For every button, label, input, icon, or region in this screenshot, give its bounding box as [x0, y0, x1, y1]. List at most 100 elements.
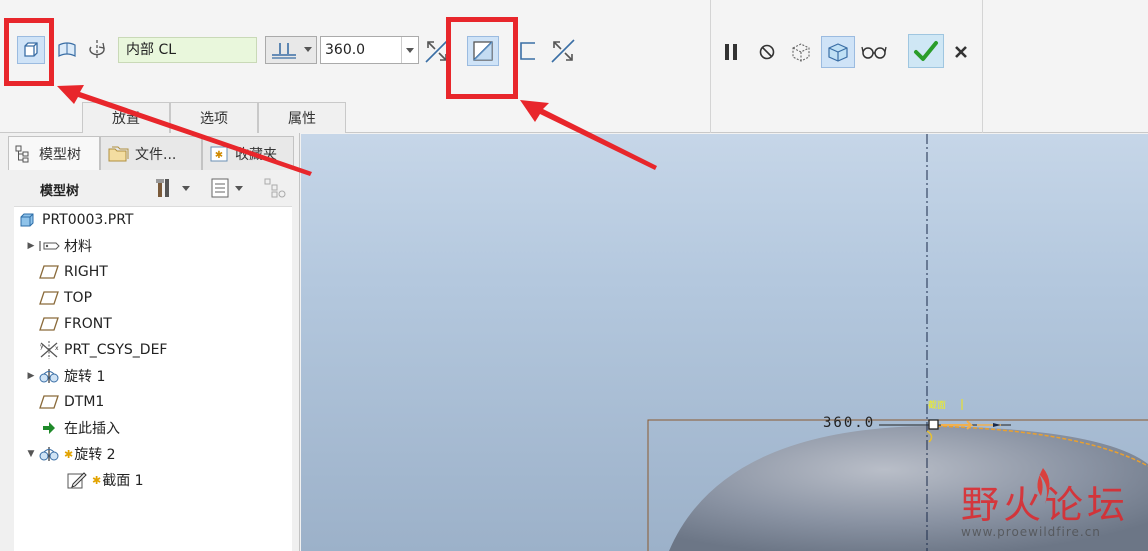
pause-button[interactable] — [718, 38, 744, 66]
tab-placement[interactable]: 放置 — [82, 102, 170, 133]
model-tree-title: 模型树 — [40, 184, 80, 199]
tree-item-material[interactable]: ▶ 材料 — [24, 233, 92, 259]
svg-text:✱: ✱ — [215, 150, 223, 161]
geometry-preview-icon — [792, 43, 810, 62]
datum-plane-icon — [38, 392, 60, 412]
tab-model-tree[interactable]: 模型树 — [8, 136, 100, 170]
angle-dropdown[interactable] — [401, 37, 418, 63]
angle-option-button[interactable] — [265, 36, 317, 64]
tree-item-top[interactable]: TOP — [38, 285, 92, 311]
tree-item-right[interactable]: RIGHT — [38, 259, 108, 285]
cancel-button[interactable] — [950, 38, 972, 66]
glasses-preview-button[interactable] — [859, 38, 889, 66]
verify-mode-button[interactable] — [821, 36, 855, 68]
model-tree-icon — [15, 145, 29, 162]
tools-icon — [156, 179, 169, 197]
sketch-icon — [66, 470, 88, 490]
tree-item-label: PRT_CSYS_DEF — [64, 342, 168, 358]
angle-value: 360.0 — [325, 42, 366, 58]
angle-input[interactable]: 360.0 — [320, 36, 419, 64]
tree-item-label: TOP — [64, 290, 93, 306]
flip-thickness-button[interactable] — [548, 36, 578, 66]
angle-dimension-label[interactable]: 360.0 — [823, 415, 875, 431]
revolve-icon — [38, 366, 60, 386]
tree-columns-button[interactable] — [204, 176, 248, 200]
tree-item-label: 截面 1 — [102, 473, 144, 489]
watermark-title: 野火论坛 — [961, 483, 1130, 527]
highlight-box-solid — [4, 18, 54, 86]
chevron-down-icon — [304, 47, 312, 52]
tree-item-label: 旋转 1 — [64, 369, 106, 385]
tree-item-label: PRT0003.PRT — [42, 212, 134, 228]
highlight-box-remove-material — [446, 17, 518, 99]
section-label: 截面 — [928, 401, 947, 411]
tab-favorites-label: 收藏夹 — [235, 146, 277, 163]
geometry-preview-button[interactable] — [787, 38, 815, 66]
thicken-icon — [520, 42, 535, 60]
navigator-tabs: 模型树 文件... ✱ 收藏夹 — [8, 136, 294, 170]
favorites-icon: ✱ — [210, 146, 228, 161]
axis-reference-field[interactable]: 内部 CL — [118, 37, 257, 63]
revolve-dashboard: 内部 CL 360.0 放置 选项 属性 — [0, 0, 1148, 133]
folder-icon — [108, 146, 129, 161]
tree-filter-icon — [264, 178, 286, 198]
surface-icon — [58, 42, 76, 57]
flip-thickness-icon — [551, 39, 575, 63]
csys-icon: xy — [38, 340, 60, 360]
tab-options[interactable]: 选项 — [170, 102, 258, 133]
tab-files-label: 文件... — [135, 146, 177, 163]
datum-plane-icon — [38, 262, 60, 282]
tree-item-dtm1[interactable]: DTM1 — [38, 389, 104, 415]
thicken-button[interactable] — [515, 36, 541, 66]
new-feature-star-icon: ✱ — [92, 473, 102, 487]
surface-revolve-button[interactable] — [53, 36, 81, 64]
dashboard-tabs: 放置 选项 属性 — [82, 102, 346, 133]
list-settings-icon — [211, 178, 229, 198]
tab-properties[interactable]: 属性 — [258, 102, 346, 133]
tree-item-part[interactable]: PRT0003.PRT — [16, 207, 134, 233]
revolve-axis-icon — [89, 40, 105, 60]
checkmark-icon — [914, 41, 938, 61]
pause-icon — [725, 44, 737, 60]
tree-item-label: 材料 — [64, 239, 92, 255]
watermark: 野火论坛 www.proewildfire.cn — [961, 468, 1130, 539]
confirm-button[interactable] — [908, 34, 944, 68]
tree-item-csys[interactable]: xy PRT_CSYS_DEF — [38, 337, 167, 363]
part-icon — [16, 210, 38, 230]
close-icon — [955, 46, 967, 58]
tab-model-tree-label: 模型树 — [39, 146, 81, 163]
tree-item-label: RIGHT — [64, 264, 108, 280]
glasses-icon — [861, 46, 887, 59]
drag-handle — [928, 419, 939, 430]
tree-item-section-1[interactable]: ✱ 截面 1 — [66, 467, 144, 493]
material-icon — [38, 236, 60, 256]
collapse-icon[interactable]: ▼ — [24, 449, 38, 459]
svg-text:x: x — [55, 345, 59, 352]
no-preview-button[interactable] — [754, 38, 780, 66]
tree-item-front[interactable]: FRONT — [38, 311, 112, 337]
expand-icon[interactable]: ▶ — [24, 371, 38, 381]
insert-arrow-icon — [38, 418, 60, 438]
tree-filter-button[interactable] — [260, 176, 290, 200]
toolbar-separator — [710, 0, 711, 133]
datum-plane-icon — [38, 314, 60, 334]
datum-plane-icon — [38, 288, 60, 308]
new-feature-star-icon: ✱ — [64, 447, 74, 461]
toolbar-separator — [982, 0, 983, 133]
tree-item-revolve-1[interactable]: ▶ 旋转 1 — [24, 363, 105, 389]
expand-icon[interactable]: ▶ — [24, 241, 38, 251]
model-tree: PRT0003.PRT ▶ 材料 RIGHT TOP FRONT x y PRT… — [14, 206, 292, 551]
tree-settings-button[interactable] — [150, 176, 194, 200]
revolve-axis-button[interactable] — [84, 36, 110, 64]
tab-files[interactable]: 文件... — [100, 136, 202, 170]
verify-mode-icon — [828, 43, 848, 62]
tree-item-revolve-2[interactable]: ▼ ✱ 旋转 2 — [24, 441, 116, 467]
tree-item-label: FRONT — [64, 316, 112, 332]
graphics-window[interactable]: 360.0 截面 野火论坛 www.proewildfire.cn — [301, 134, 1148, 551]
tab-favorites[interactable]: ✱ 收藏夹 — [202, 136, 294, 170]
tree-item-label: 旋转 2 — [74, 447, 116, 463]
tree-item-insert-here[interactable]: 在此插入 — [38, 415, 120, 441]
tree-item-label: 在此插入 — [64, 421, 120, 437]
model-tree-header: 模型树 — [8, 171, 294, 205]
variable-depth-icon — [272, 43, 296, 59]
